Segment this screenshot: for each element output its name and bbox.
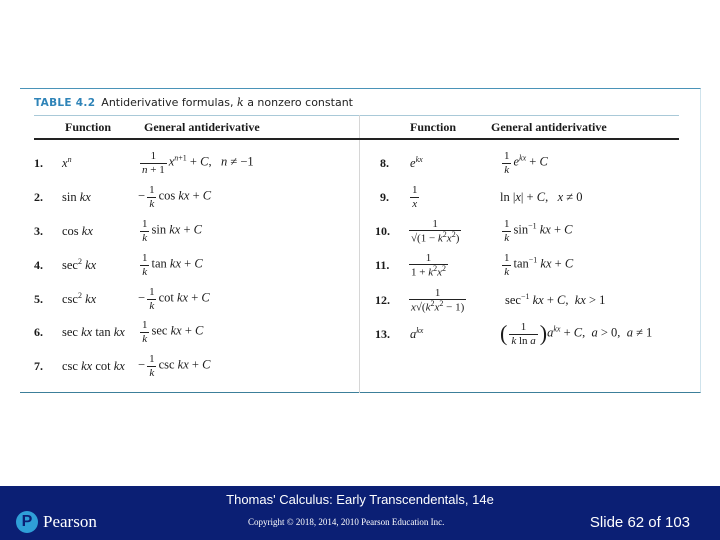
row-antiderivative: (1 k ln a)akx + C, a > 0, a ≠ 1: [500, 321, 653, 347]
row-number: 11.: [375, 257, 390, 272]
row-number: 2.: [34, 189, 43, 204]
table-row: 5. csc2 kx −1 k cot kx + C: [34, 284, 354, 314]
copyright-text: Copyright © 2018, 2014, 2010 Pearson Edu…: [248, 517, 445, 527]
table-row: 12. 1 x√(k2x2 − 1) sec−1 kx + C, kx > 1: [375, 285, 705, 315]
row-antiderivative: 1 k ekx + C: [502, 150, 548, 176]
slide-counter: Slide 62 of 103: [589, 514, 690, 531]
row-antiderivative: 1 k tan kx + C: [140, 252, 203, 278]
table-title-suffix: a nonzero constant: [243, 96, 353, 109]
header-rule: [34, 138, 679, 140]
table-row: 1. xn 1n + 1 xn+1 + C, n ≠ −1: [34, 148, 354, 178]
row-antiderivative: 1 k sec kx + C: [140, 319, 204, 345]
header-function-left: Function: [65, 120, 112, 134]
row-number: 10.: [375, 223, 390, 238]
pearson-logo: P Pearson: [16, 511, 97, 533]
row-number: 13.: [375, 326, 390, 341]
row-number: 3.: [34, 223, 43, 238]
table-row: 4. sec2 kx 1 k tan kx + C: [34, 250, 354, 280]
row-function: 1 √(1 − k2x2): [409, 217, 462, 245]
row-number: 5.: [34, 291, 43, 306]
row-number: 1.: [34, 155, 43, 170]
row-antiderivative: ln |x| + C, x ≠ 0: [500, 189, 583, 204]
row-function: csc kx cot kx: [62, 358, 125, 373]
table-title-var: k: [237, 96, 244, 109]
table-row: 7. csc kx cot kx −1 k csc kx + C: [34, 351, 354, 381]
row-number: 9.: [380, 189, 389, 204]
row-antiderivative: sec−1 kx + C, kx > 1: [505, 291, 606, 308]
book-title: Thomas' Calculus: Early Transcendentals,…: [226, 492, 494, 507]
title-rule: [34, 115, 679, 116]
row-antiderivative: −1 k csc kx + C: [138, 353, 211, 379]
table-title: TABLE 4.2 Antiderivative formulas, k a no…: [34, 96, 353, 109]
row-antiderivative: 1 k tan−1 kx + C: [502, 252, 574, 278]
table-row: 2. sin kx −1 k cos kx + C: [34, 182, 354, 212]
header-antiderivative-left: General antiderivative: [144, 120, 260, 134]
header-antiderivative-right: General antiderivative: [491, 120, 607, 134]
row-function: 1 x√(k2x2 − 1): [409, 286, 467, 314]
antiderivative-table: TABLE 4.2 Antiderivative formulas, k a no…: [20, 88, 701, 393]
row-number: 4.: [34, 257, 43, 272]
table-row: 11. 11 + k2x2 1 k tan−1 kx + C: [375, 250, 695, 280]
column-divider: [359, 115, 360, 393]
row-function: xn: [62, 154, 72, 171]
table-tag: TABLE 4.2: [34, 97, 96, 109]
table-row: 6. sec kx tan kx 1 k sec kx + C: [34, 317, 354, 347]
row-antiderivative: −1 k cos kx + C: [138, 184, 212, 210]
header-function-right: Function: [410, 120, 457, 134]
row-antiderivative: −1 k cot kx + C: [138, 286, 210, 312]
table-row: 9. 1x ln |x| + C, x ≠ 0: [380, 182, 700, 212]
row-function: sin kx: [62, 189, 91, 204]
table-row: 13. akx (1 k ln a)akx + C, a > 0, a ≠ 1: [375, 319, 705, 349]
row-function: 1x: [410, 184, 420, 210]
row-antiderivative: 1 k sin−1 kx + C: [502, 218, 573, 244]
row-function: akx: [410, 325, 424, 342]
row-number: 6.: [34, 324, 43, 339]
row-function: ekx: [410, 154, 423, 171]
row-number: 8.: [380, 155, 389, 170]
row-antiderivative: 1 k sin kx + C: [140, 218, 202, 244]
slide-footer: P Pearson Thomas' Calculus: Early Transc…: [0, 486, 720, 540]
table-title-prefix: Antiderivative formulas,: [101, 96, 238, 109]
pearson-logo-text: Pearson: [43, 512, 97, 531]
row-function: 11 + k2x2: [409, 251, 448, 279]
row-function: cos kx: [62, 223, 93, 238]
row-antiderivative: 1n + 1 xn+1 + C, n ≠ −1: [140, 150, 254, 176]
row-function: sec2 kx: [62, 256, 97, 273]
table-row: 10. 1 √(1 − k2x2) 1 k sin−1 kx + C: [375, 216, 695, 246]
table-row: 3. cos kx 1 k sin kx + C: [34, 216, 354, 246]
row-number: 12.: [375, 292, 390, 307]
row-function: sec kx tan kx: [62, 324, 125, 339]
pearson-logo-icon: P: [16, 511, 38, 533]
row-function: csc2 kx: [62, 290, 97, 307]
table-row: 8. ekx 1 k ekx + C: [380, 148, 700, 178]
row-number: 7.: [34, 358, 43, 373]
